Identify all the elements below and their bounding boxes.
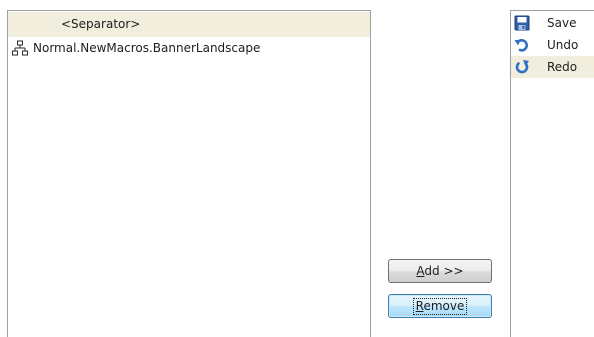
available-commands-list[interactable]: <Separator> Normal.NewMacros.BannerLands… xyxy=(7,10,371,337)
remove-button-label: Remove xyxy=(412,297,468,315)
list-item-label: Redo xyxy=(547,60,578,74)
list-item-label: Undo xyxy=(547,38,579,52)
list-item-macro[interactable]: Normal.NewMacros.BannerLandscape xyxy=(8,36,370,61)
list-item-label: Normal.NewMacros.BannerLandscape xyxy=(33,41,261,55)
add-label-rest: dd >> xyxy=(424,264,464,278)
remove-button[interactable]: Remove xyxy=(388,294,492,318)
add-button-label: Add >> xyxy=(416,264,463,278)
undo-icon xyxy=(513,36,531,54)
list-item-redo[interactable]: Redo xyxy=(511,56,594,78)
redo-icon xyxy=(513,58,531,76)
remove-label-rest: emove xyxy=(423,298,465,313)
macro-icon xyxy=(11,40,29,57)
customize-commands-panel: <Separator> Normal.NewMacros.BannerLands… xyxy=(0,0,594,337)
list-item-undo[interactable]: Undo xyxy=(511,34,594,56)
list-item-separator[interactable]: <Separator> xyxy=(8,12,370,37)
toolbar-commands-list[interactable]: Save Undo Redo xyxy=(510,10,594,337)
list-item-label: <Separator> xyxy=(61,17,141,31)
save-icon xyxy=(513,14,531,32)
list-item-save[interactable]: Save xyxy=(511,12,594,34)
add-button[interactable]: Add >> xyxy=(388,259,492,283)
list-item-label: Save xyxy=(547,16,577,30)
